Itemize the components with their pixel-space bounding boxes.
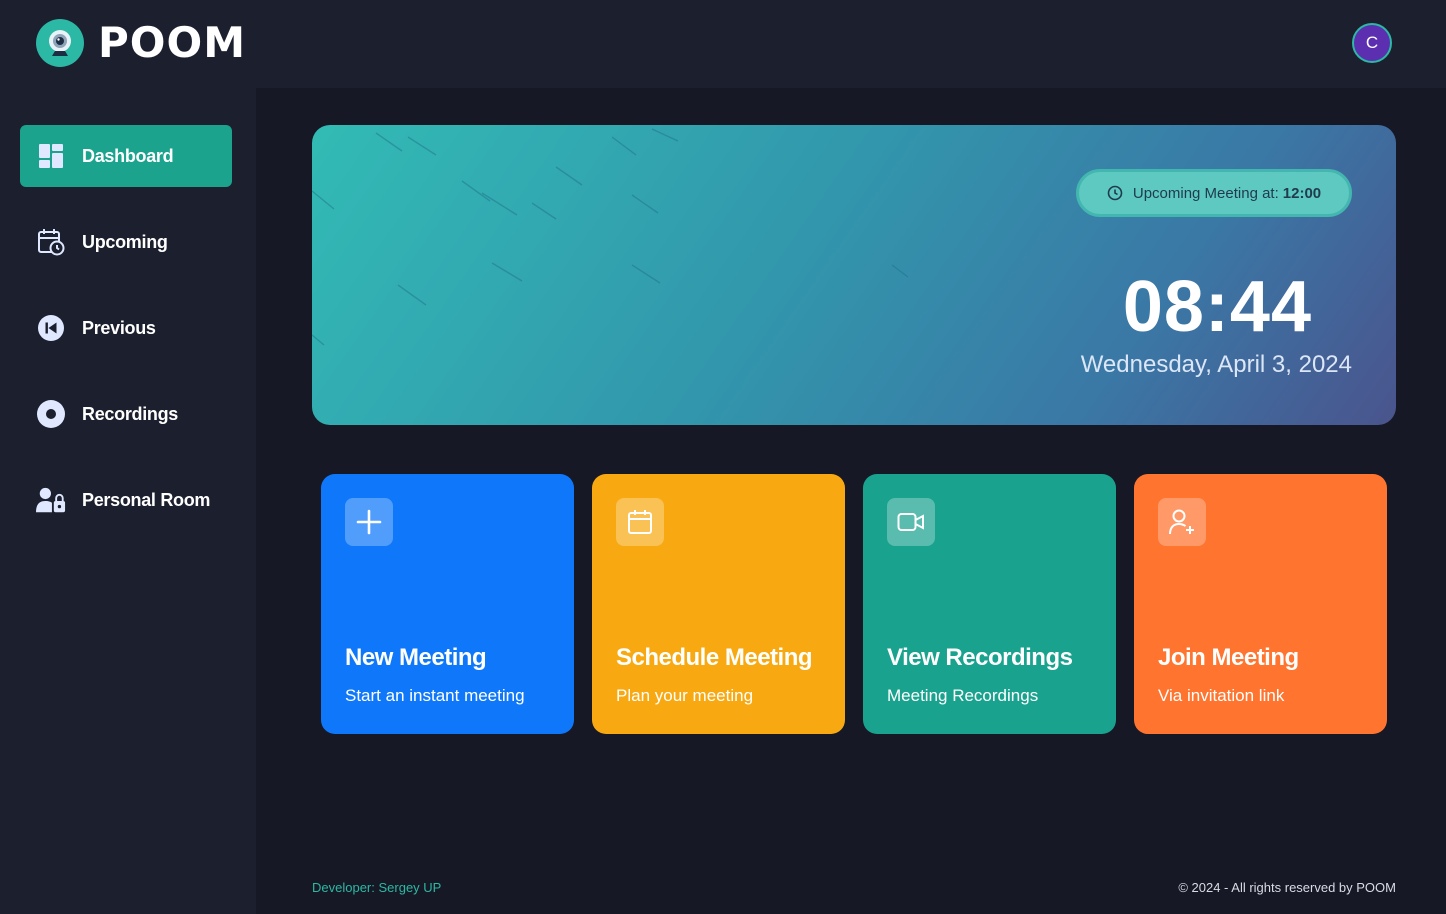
sidebar-item-label: Personal Room bbox=[82, 489, 211, 510]
top-bar: POOM C bbox=[0, 0, 1446, 88]
logo[interactable]: POOM bbox=[36, 18, 246, 67]
card-subtitle: Meeting Recordings bbox=[887, 686, 1039, 705]
webcam-logo-icon bbox=[36, 18, 84, 67]
sidebar-item-personal-room[interactable]: Personal Room bbox=[20, 469, 232, 531]
calendar-clock-icon bbox=[36, 227, 66, 257]
upcoming-meeting-time: 12:00 bbox=[1282, 184, 1322, 202]
user-lock-icon bbox=[36, 485, 66, 515]
new-meeting-card[interactable]: New Meeting Start an instant meeting bbox=[321, 474, 574, 734]
current-time: 08:44 bbox=[1122, 267, 1312, 347]
sidebar-item-upcoming[interactable]: Upcoming bbox=[20, 211, 232, 273]
sidebar-item-recordings[interactable]: Recordings bbox=[20, 383, 232, 445]
clock-icon bbox=[1107, 185, 1123, 201]
upcoming-meeting-badge: Upcoming Meeting at: 12:00 bbox=[1076, 169, 1352, 217]
calendar-icon bbox=[616, 498, 664, 546]
upcoming-meeting-label: Upcoming Meeting at: bbox=[1132, 184, 1279, 202]
current-date: Wednesday, April 3, 2024 bbox=[1080, 351, 1352, 378]
dashboard-icon bbox=[36, 141, 66, 171]
card-subtitle: Plan your meeting bbox=[616, 686, 754, 705]
user-add-icon bbox=[1158, 498, 1206, 546]
card-title: New Meeting bbox=[345, 644, 487, 671]
hero-banner: Upcoming Meeting at: 12:00 08:44 Wednesd… bbox=[312, 125, 1396, 425]
previous-icon bbox=[36, 313, 66, 343]
card-title: Join Meeting bbox=[1158, 644, 1299, 671]
join-meeting-card[interactable]: Join Meeting Via invitation link bbox=[1134, 474, 1387, 734]
app-name: POOM bbox=[98, 18, 246, 67]
card-title: Schedule Meeting bbox=[616, 644, 813, 671]
card-subtitle: Via invitation link bbox=[1158, 686, 1285, 705]
main-content: Upcoming Meeting at: 12:00 08:44 Wednesd… bbox=[256, 88, 1446, 914]
view-recordings-card[interactable]: View Recordings Meeting Recordings bbox=[863, 474, 1116, 734]
developer-credit[interactable]: Developer: Sergey UP bbox=[312, 880, 441, 895]
sidebar-item-label: Upcoming bbox=[82, 231, 168, 252]
card-title: View Recordings bbox=[887, 644, 1073, 671]
user-avatar[interactable]: C bbox=[1352, 23, 1392, 63]
plus-icon bbox=[345, 498, 393, 546]
sidebar-item-label: Dashboard bbox=[82, 145, 174, 166]
sidebar-item-previous[interactable]: Previous bbox=[20, 297, 232, 359]
sidebar-item-dashboard[interactable]: Dashboard bbox=[20, 125, 232, 187]
sidebar: Dashboard Upcoming Previous Recordings P… bbox=[0, 88, 256, 914]
sidebar-item-label: Recordings bbox=[82, 403, 179, 424]
record-icon bbox=[36, 399, 66, 429]
card-subtitle: Start an instant meeting bbox=[345, 686, 525, 705]
copyright: © 2024 - All rights reserved by POOM bbox=[1178, 880, 1396, 895]
sidebar-item-label: Previous bbox=[82, 317, 156, 338]
video-icon bbox=[887, 498, 935, 546]
schedule-meeting-card[interactable]: Schedule Meeting Plan your meeting bbox=[592, 474, 845, 734]
